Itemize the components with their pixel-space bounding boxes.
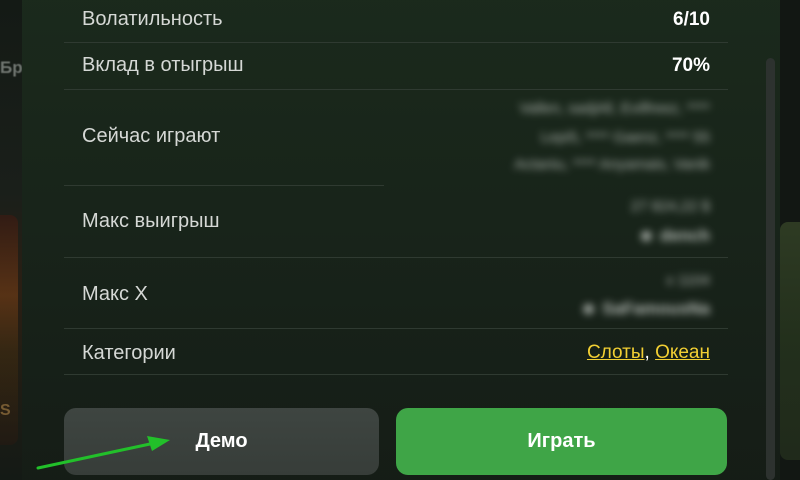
demo-button[interactable]: Демо: [64, 408, 379, 475]
game-info-screen: Бр S Волатильность 6/10 Вклад в отыгрыш …: [0, 0, 800, 480]
info-row-max-x: Макс X x 1104 ☻ SaFamousNa: [64, 258, 728, 328]
play-button[interactable]: Играть: [396, 408, 727, 475]
now-playing-user-list: Vallen, sadjAll, Evilfreez, ****: [519, 100, 710, 117]
max-win-label: Макс выигрыш: [82, 210, 220, 232]
max-win-player: ☻ dench: [637, 226, 710, 246]
max-x-multiplier: x 1104: [666, 272, 710, 289]
max-win-username: dench: [659, 226, 710, 245]
max-win-amount: 27 824,22 $: [630, 198, 710, 215]
max-x-label: Макс X: [82, 283, 148, 305]
info-row-categories: Категории Слоты, Океан: [64, 329, 728, 374]
info-row-wager: Вклад в отыгрыш 70%: [64, 43, 728, 89]
info-row-volatility: Волатильность 6/10: [64, 0, 728, 42]
background-game-thumbnail-right[interactable]: [780, 222, 800, 460]
category-link-ocean[interactable]: Океан: [655, 342, 710, 363]
category-separator: ,: [644, 342, 650, 363]
volatility-label: Волатильность: [82, 8, 223, 30]
volatility-value: 6/10: [673, 9, 710, 30]
now-playing-user-list: Actaniu, **** Anyamais, Vanik: [514, 156, 710, 173]
wager-value: 70%: [671, 55, 710, 76]
category-link-slots[interactable]: Слоты: [587, 342, 645, 363]
wager-label: Вклад в отыгрыш: [82, 54, 244, 76]
modal-scrollbar-thumb[interactable]: [766, 58, 775, 480]
info-row-max-win: Макс выигрыш 27 824,22 $ ☻ dench: [64, 186, 728, 257]
user-icon: ☻: [579, 299, 598, 318]
categories-label: Категории: [82, 342, 176, 364]
max-x-player: ☻ SaFamousNa: [580, 299, 710, 319]
background-partial-letter: S: [0, 402, 11, 419]
categories-values: Слоты, Океан: [587, 342, 710, 364]
background-partial-title: Бр: [0, 58, 23, 77]
row-divider: [64, 374, 728, 375]
info-row-now-playing: Сейчас играют Vallen, sadjAll, Evilfreez…: [64, 90, 728, 186]
now-playing-user-list: Lepi5, **** Gaenz, **** 55: [540, 129, 710, 146]
now-playing-label: Сейчас играют: [82, 125, 221, 147]
max-x-username: SaFamousNa: [602, 299, 710, 318]
user-icon: ☻: [637, 226, 656, 245]
